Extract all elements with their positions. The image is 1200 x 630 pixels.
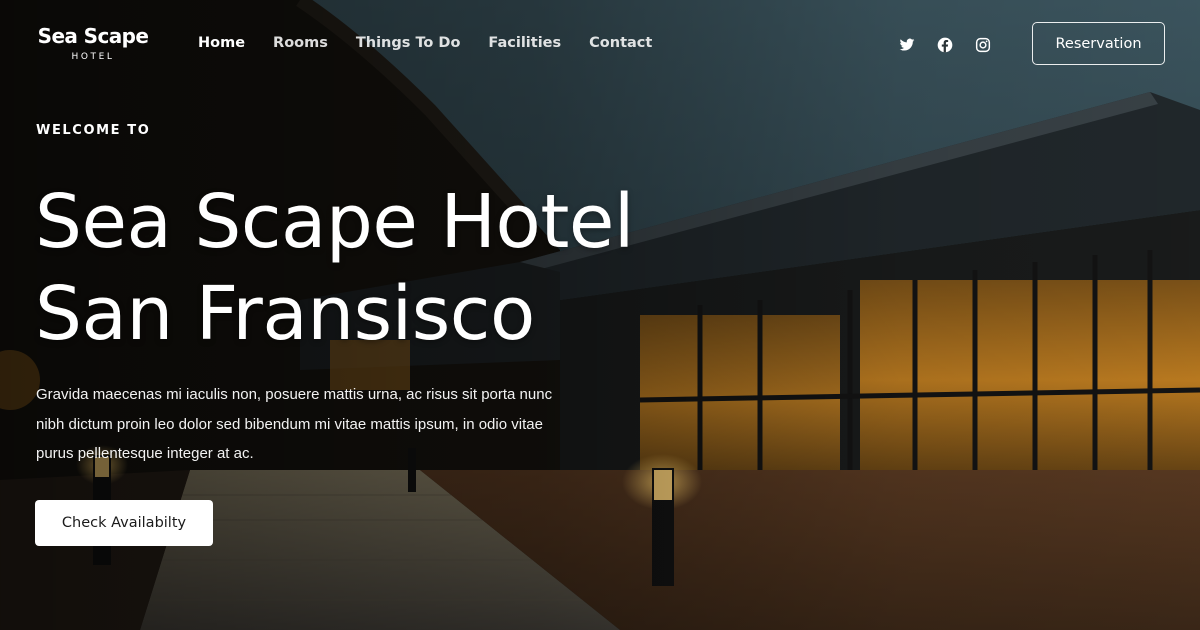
nav-item-contact[interactable]: Contact	[589, 35, 652, 51]
brand-tagline: HOTEL	[71, 52, 115, 62]
twitter-icon[interactable]	[899, 37, 915, 53]
brand-name: Sea Scape	[37, 24, 149, 48]
check-availability-button[interactable]: Check Availabilty	[35, 500, 213, 546]
instagram-icon[interactable]	[975, 37, 991, 53]
nav-item-things-to-do[interactable]: Things To Do	[356, 35, 461, 51]
facebook-icon[interactable]	[937, 37, 953, 53]
nav-item-facilities[interactable]: Facilities	[488, 35, 561, 51]
hero-description: Gravida maecenas mi iaculis non, posuere…	[36, 386, 553, 462]
hero-title-line-1: Sea Scape Hotel	[35, 179, 634, 265]
nav-item-rooms[interactable]: Rooms	[273, 35, 328, 51]
reservation-button[interactable]: Reservation	[1032, 22, 1165, 65]
main-nav: Home Rooms Things To Do Facilities Conta…	[198, 35, 652, 51]
hero-title-line-2: San Fransisco	[35, 271, 535, 357]
hero-title: Sea Scape Hotel San Fransisco	[35, 176, 735, 360]
brand-logo[interactable]: Sea Scape HOTEL	[37, 24, 149, 63]
nav-item-home[interactable]: Home	[198, 35, 245, 51]
hero-eyebrow: WELCOME TO	[36, 123, 151, 138]
social-links	[899, 37, 991, 53]
